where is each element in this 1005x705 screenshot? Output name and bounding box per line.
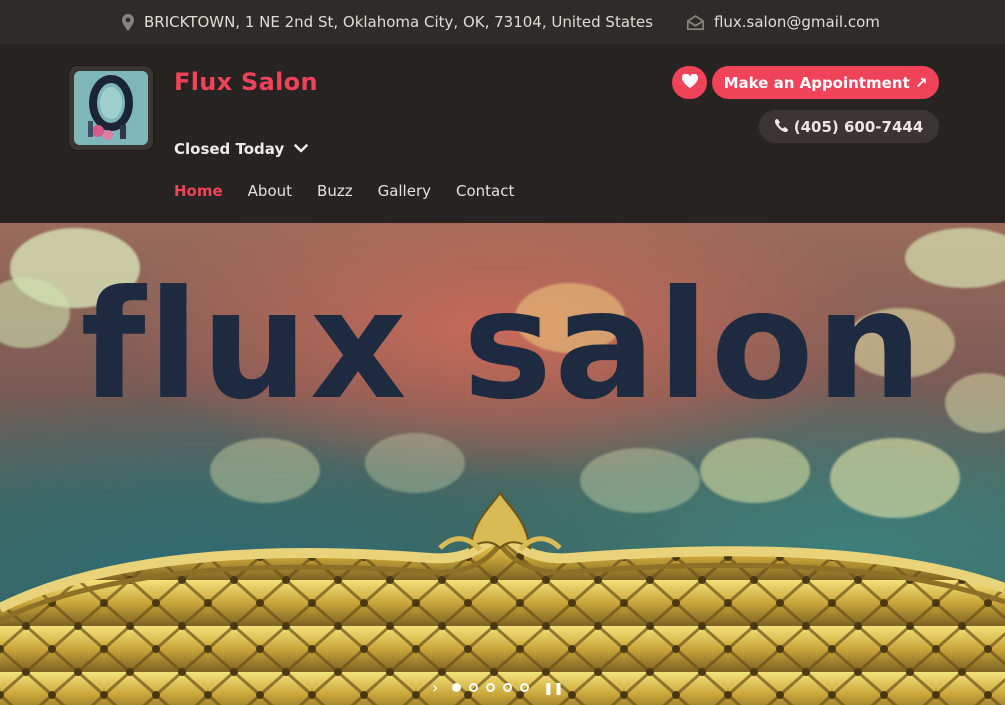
email-text: flux.salon@gmail.com xyxy=(713,13,880,31)
top-info-bar: BRICKTOWN, 1 NE 2nd St, Oklahoma City, O… xyxy=(0,0,1005,45)
hero-slider[interactable]: flux salon › ❚❚ xyxy=(0,223,1005,705)
slider-dot[interactable] xyxy=(486,683,496,692)
email-info[interactable]: flux.salon@gmail.com xyxy=(686,13,880,31)
hours-status: Closed Today xyxy=(174,140,285,158)
map-pin-icon xyxy=(122,13,134,31)
golden-chair-image xyxy=(0,491,1005,705)
heart-icon xyxy=(681,73,698,92)
site-header: Flux Salon Closed Today Home About Buzz … xyxy=(0,45,1005,223)
main-nav: Home About Buzz Gallery Contact xyxy=(174,182,514,200)
appointment-label: Make an Appointment ↗ xyxy=(723,73,928,92)
slider-next-arrow-icon[interactable]: › xyxy=(432,678,438,697)
nav-about[interactable]: About xyxy=(248,182,292,200)
address-text: BRICKTOWN, 1 NE 2nd St, Oklahoma City, O… xyxy=(144,13,653,31)
nav-contact[interactable]: Contact xyxy=(456,182,514,200)
slider-dot[interactable] xyxy=(520,683,530,692)
logo-image xyxy=(74,71,148,145)
opening-hours-dropdown[interactable]: Closed Today xyxy=(174,140,309,158)
nav-home[interactable]: Home xyxy=(174,182,223,200)
phone-number: (405) 600-7444 xyxy=(793,117,924,136)
logo[interactable] xyxy=(69,66,153,150)
phone-icon xyxy=(774,118,788,136)
hero-title: flux salon xyxy=(80,259,925,433)
make-appointment-button[interactable]: Make an Appointment ↗ xyxy=(712,66,939,99)
chevron-down-icon xyxy=(294,140,309,158)
phone-button[interactable]: (405) 600-7444 xyxy=(759,110,939,143)
favorite-button[interactable] xyxy=(672,66,707,99)
slider-dot[interactable] xyxy=(469,683,479,692)
brand-name[interactable]: Flux Salon xyxy=(174,68,318,96)
address-info[interactable]: BRICKTOWN, 1 NE 2nd St, Oklahoma City, O… xyxy=(122,13,653,31)
slider-pause-icon[interactable]: ❚❚ xyxy=(543,681,563,695)
nav-gallery[interactable]: Gallery xyxy=(378,182,431,200)
nav-buzz[interactable]: Buzz xyxy=(317,182,353,200)
slider-dot[interactable] xyxy=(452,683,462,692)
envelope-icon xyxy=(686,14,704,30)
bokeh-light xyxy=(365,433,465,493)
slider-controls: › ❚❚ xyxy=(432,678,564,697)
slider-dot[interactable] xyxy=(503,683,513,692)
